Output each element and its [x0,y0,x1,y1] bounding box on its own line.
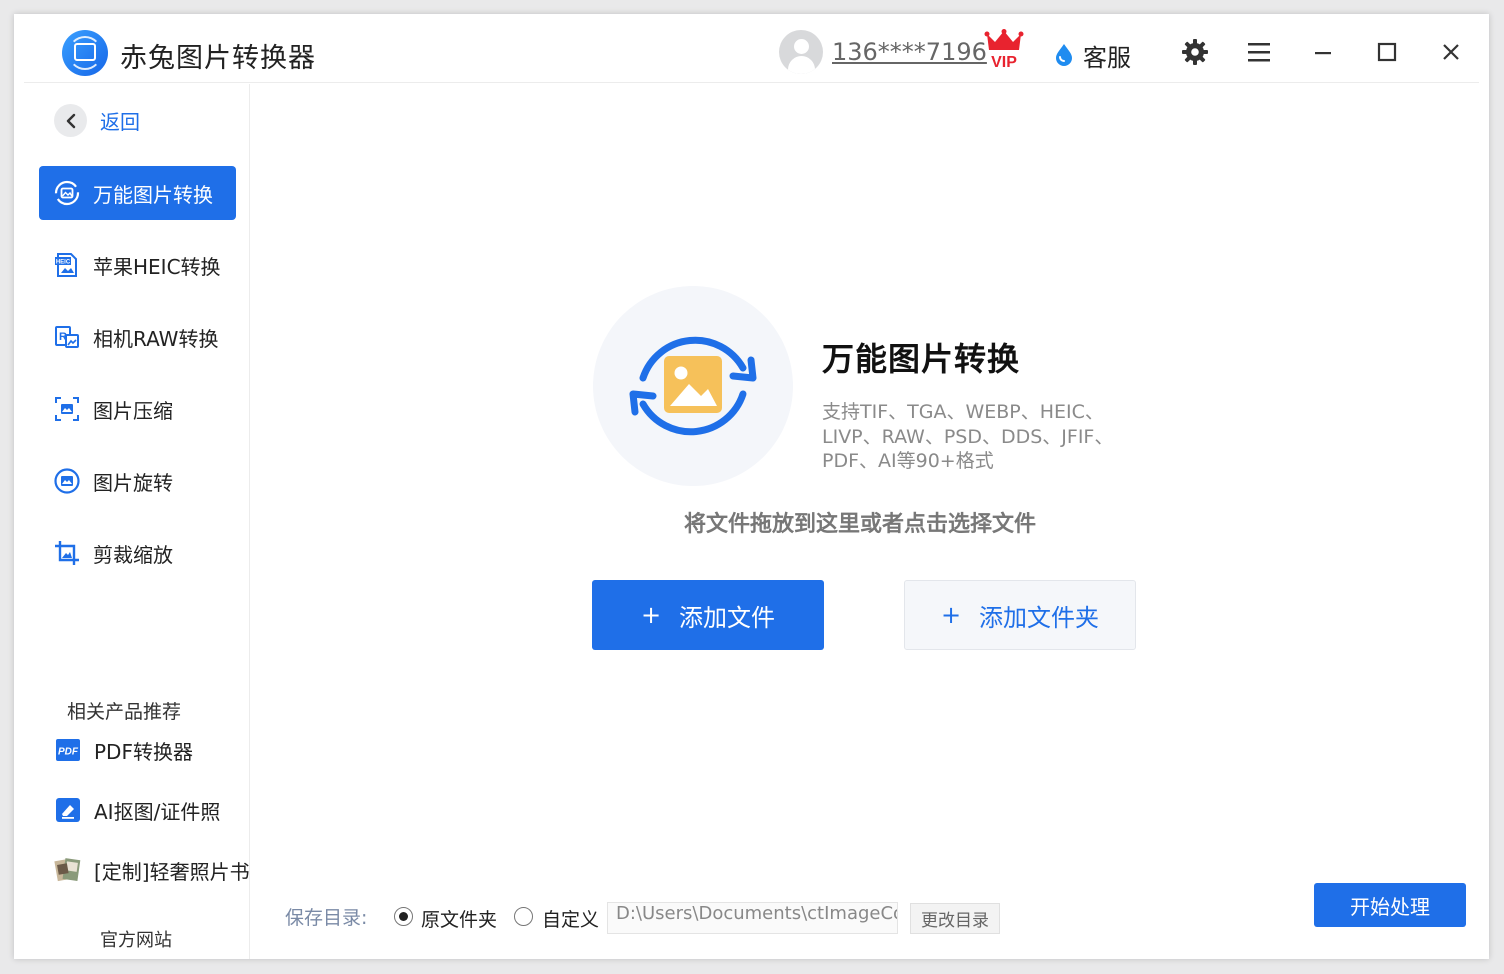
add-file-label: 添加文件 [679,603,776,632]
raw-file-icon: R [51,321,83,353]
user-phone-link[interactable]: 136****7196 [832,38,987,66]
hero-illustration[interactable] [593,286,793,486]
sidebar-item-crop[interactable]: 剪裁缩放 [39,526,236,580]
title-bar: 赤兔图片转换器 136****7196 VIP 客服 [14,14,1489,84]
app-window: 赤兔图片转换器 136****7196 VIP 客服 返回 万能图片转换 HEI… [14,14,1489,959]
add-folder-button[interactable]: + 添加文件夹 [904,580,1136,650]
related-products-heading: 相关产品推荐 [67,701,182,723]
output-path-field[interactable]: D:\Users\Documents\ctImageConverter [607,902,898,934]
sidebar-item-label: 剪裁缩放 [93,542,173,567]
related-item-label: AI抠图/证件照 [94,799,221,824]
app-logo-icon [62,30,108,76]
app-title: 赤兔图片转换器 [120,43,316,74]
related-item-label: PDF转换器 [94,739,193,764]
menu-hamburger-icon[interactable] [1243,36,1275,68]
sidebar: 返回 万能图片转换 HEIC 苹果HEIC转换 R 相机RAW转换 图片压缩 图… [14,84,250,959]
crop-icon [51,537,83,569]
radio-original-folder-label[interactable]: 原文件夹 [421,905,497,932]
support-drop-icon[interactable] [1052,42,1076,66]
title-divider [24,82,1479,83]
add-file-button[interactable]: + 添加文件 [592,580,824,650]
sidebar-item-raw-convert[interactable]: R 相机RAW转换 [39,310,236,364]
radio-custom-folder-label[interactable]: 自定义 [542,905,599,932]
drop-hint-text: 将文件拖放到这里或者点击选择文件 [684,512,1037,537]
related-item-photo-book[interactable]: [定制]轻奢照片书 [52,854,250,886]
change-directory-button[interactable]: 更改目录 [910,903,1000,934]
back-button[interactable]: 返回 [54,104,140,137]
settings-gear-icon[interactable] [1179,36,1211,68]
sidebar-item-universal-convert[interactable]: 万能图片转换 [39,166,236,220]
user-avatar-icon[interactable] [779,30,823,74]
radio-custom-folder[interactable] [514,907,533,926]
vip-label: VIP [991,54,1017,70]
minimize-icon[interactable] [1307,36,1339,68]
plus-icon: + [940,601,962,629]
related-item-ai-cutout[interactable]: AI抠图/证件照 [52,794,220,826]
related-item-label: [定制]轻奢照片书 [94,859,250,884]
supported-formats-text: 支持TIF、TGA、WEBP、HEIC、LIVP、RAW、PSD、DDS、JFI… [822,401,1114,472]
official-site-link[interactable]: 官方网站 [100,926,172,952]
image-convert-icon [51,177,83,209]
support-label[interactable]: 客服 [1083,38,1131,73]
photo-book-icon [52,854,84,886]
heic-file-icon: HEIC [51,249,83,281]
radio-original-folder[interactable] [394,907,413,926]
sidebar-item-compress[interactable]: 图片压缩 [39,382,236,436]
chevron-left-icon [54,104,87,137]
sidebar-item-heic-convert[interactable]: HEIC 苹果HEIC转换 [39,238,236,292]
save-directory-label: 保存目录: [285,907,368,929]
rotate-icon [51,465,83,497]
start-processing-button[interactable]: 开始处理 [1314,883,1466,927]
sidebar-item-label: 图片旋转 [93,470,173,495]
sidebar-item-rotate[interactable]: 图片旋转 [39,454,236,508]
svg-text:PDF: PDF [58,747,79,758]
sidebar-item-label: 图片压缩 [93,398,173,423]
pdf-icon: PDF [52,734,84,766]
close-icon[interactable] [1435,36,1467,68]
feature-title: 万能图片转换 [822,340,1021,378]
maximize-icon[interactable] [1371,36,1403,68]
add-folder-label: 添加文件夹 [979,603,1100,632]
sidebar-item-label: 苹果HEIC转换 [93,254,221,279]
sidebar-item-label: 相机RAW转换 [93,326,219,351]
convert-image-icon [629,336,757,436]
vip-crown-icon[interactable]: VIP [984,28,1024,70]
eraser-icon [52,794,84,826]
sidebar-item-label: 万能图片转换 [93,182,213,207]
plus-icon: + [640,601,662,629]
compress-icon [51,393,83,425]
related-item-pdf-converter[interactable]: PDF PDF转换器 [52,734,193,766]
svg-text:HEIC: HEIC [56,260,71,266]
back-label: 返回 [100,110,140,134]
